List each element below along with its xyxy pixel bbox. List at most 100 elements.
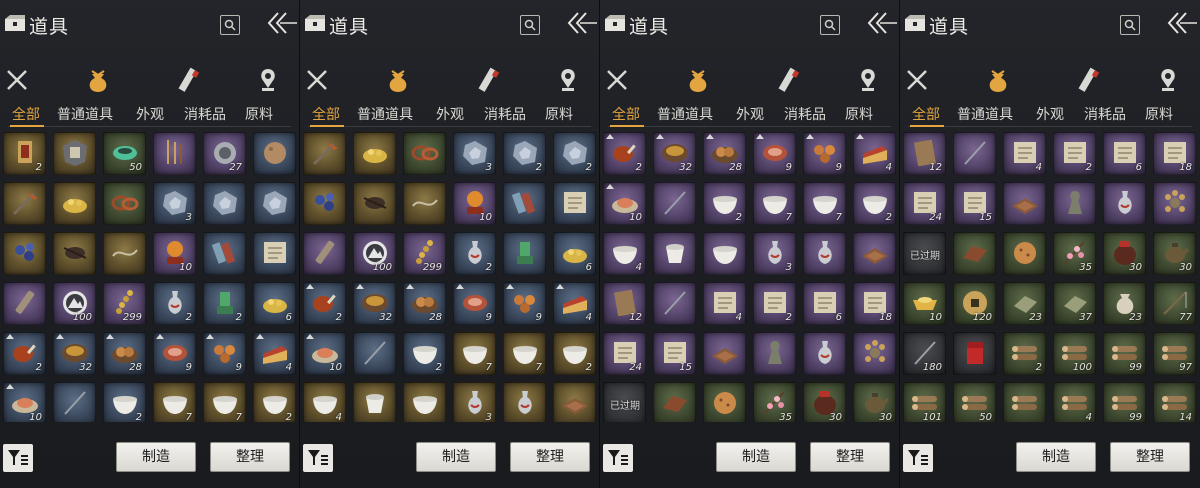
item-slot[interactable] <box>503 182 546 225</box>
item-slot[interactable] <box>653 232 696 275</box>
search-button[interactable] <box>1120 15 1140 35</box>
collapse-button[interactable] <box>1166 10 1198 36</box>
item-slot[interactable]: 7 <box>153 382 196 422</box>
item-slot[interactable]: 30 <box>1103 232 1146 275</box>
item-slot[interactable] <box>753 332 796 375</box>
item-slot[interactable]: 23 <box>1103 282 1146 325</box>
item-slot[interactable] <box>303 132 346 175</box>
item-slot[interactable]: 9 <box>453 282 496 325</box>
item-slot[interactable] <box>1053 182 1096 225</box>
item-slot[interactable] <box>653 282 696 325</box>
item-slot[interactable]: 27 <box>203 132 246 175</box>
category-scroll[interactable] <box>474 66 502 94</box>
item-slot[interactable]: 35 <box>753 382 796 422</box>
item-slot[interactable] <box>1153 182 1196 225</box>
sub-tab[interactable]: 原料 <box>845 104 873 124</box>
item-slot[interactable]: 28 <box>703 132 746 175</box>
item-slot[interactable]: 100 <box>1053 332 1096 375</box>
category-crossed-swords[interactable] <box>3 66 31 94</box>
sub-tab[interactable]: 消耗品 <box>1084 104 1126 124</box>
category-scroll[interactable] <box>774 66 802 94</box>
item-slot[interactable] <box>803 332 846 375</box>
item-slot[interactable] <box>203 182 246 225</box>
item-slot[interactable] <box>53 232 96 275</box>
item-slot[interactable] <box>303 182 346 225</box>
category-pouch[interactable] <box>984 66 1012 94</box>
item-slot[interactable]: 2 <box>103 382 146 422</box>
item-slot[interactable]: 12 <box>603 282 646 325</box>
sub-tab[interactable]: 全部 <box>312 104 340 124</box>
item-slot[interactable] <box>703 382 746 422</box>
item-slot[interactable]: 9 <box>753 132 796 175</box>
item-slot[interactable]: 4 <box>1003 132 1046 175</box>
item-slot[interactable] <box>853 332 896 375</box>
item-slot[interactable] <box>53 182 96 225</box>
item-slot[interactable]: 99 <box>1103 382 1146 422</box>
item-slot[interactable] <box>353 182 396 225</box>
sort-button[interactable]: 整理 <box>810 442 890 472</box>
item-slot[interactable]: 9 <box>803 132 846 175</box>
item-slot[interactable] <box>1103 182 1146 225</box>
item-slot[interactable]: 50 <box>103 132 146 175</box>
item-slot[interactable] <box>103 232 146 275</box>
item-slot[interactable] <box>503 382 546 422</box>
item-slot[interactable]: 2 <box>853 182 896 225</box>
category-location-pin[interactable] <box>1154 66 1182 94</box>
category-pouch[interactable] <box>684 66 712 94</box>
item-slot[interactable]: 4 <box>553 282 596 325</box>
item-slot[interactable]: 99 <box>1103 332 1146 375</box>
category-scroll[interactable] <box>174 66 202 94</box>
search-button[interactable] <box>820 15 840 35</box>
item-slot[interactable]: 9 <box>203 332 246 375</box>
item-slot[interactable] <box>953 132 996 175</box>
item-slot[interactable]: 2 <box>403 332 446 375</box>
collapse-button[interactable] <box>866 10 898 36</box>
item-slot[interactable]: 10 <box>303 332 346 375</box>
sub-tab[interactable]: 普通道具 <box>57 104 113 124</box>
item-slot[interactable] <box>3 282 46 325</box>
item-slot[interactable]: 3 <box>453 382 496 422</box>
item-slot[interactable]: 2 <box>253 382 296 422</box>
item-slot[interactable] <box>653 182 696 225</box>
item-slot[interactable] <box>1003 232 1046 275</box>
item-slot[interactable] <box>153 132 196 175</box>
item-slot[interactable]: 10 <box>603 182 646 225</box>
item-slot[interactable]: 6 <box>803 282 846 325</box>
item-slot[interactable]: 3 <box>153 182 196 225</box>
item-slot[interactable] <box>53 382 96 422</box>
sub-tab[interactable]: 普通道具 <box>957 104 1013 124</box>
craft-button[interactable]: 制造 <box>716 442 796 472</box>
item-slot[interactable]: 7 <box>803 182 846 225</box>
item-slot[interactable] <box>253 232 296 275</box>
item-slot[interactable]: 32 <box>53 332 96 375</box>
item-slot[interactable] <box>953 332 996 375</box>
item-slot[interactable]: 7 <box>503 332 546 375</box>
category-location-pin[interactable] <box>854 66 882 94</box>
sub-tab[interactable]: 全部 <box>612 104 640 124</box>
item-slot[interactable]: 32 <box>653 132 696 175</box>
item-slot[interactable]: 77 <box>1153 282 1196 325</box>
sub-tab[interactable]: 外观 <box>436 104 464 124</box>
item-slot[interactable] <box>253 182 296 225</box>
search-button[interactable] <box>520 15 540 35</box>
item-slot[interactable]: 101 <box>903 382 946 422</box>
category-location-pin[interactable] <box>554 66 582 94</box>
sub-tab[interactable]: 普通道具 <box>357 104 413 124</box>
item-slot[interactable] <box>503 232 546 275</box>
item-slot[interactable] <box>953 232 996 275</box>
item-slot[interactable]: 7 <box>453 332 496 375</box>
sub-tab[interactable]: 消耗品 <box>184 104 226 124</box>
sub-tab[interactable]: 外观 <box>136 104 164 124</box>
item-slot[interactable]: 30 <box>853 382 896 422</box>
sub-tab[interactable]: 原料 <box>545 104 573 124</box>
category-pouch[interactable] <box>384 66 412 94</box>
item-slot[interactable]: 32 <box>353 282 396 325</box>
item-slot[interactable]: 10 <box>153 232 196 275</box>
item-slot[interactable]: 7 <box>753 182 796 225</box>
item-slot[interactable] <box>3 182 46 225</box>
item-slot[interactable] <box>853 232 896 275</box>
item-slot[interactable]: 14 <box>1153 382 1196 422</box>
item-slot[interactable] <box>53 132 96 175</box>
item-slot[interactable]: 9 <box>153 332 196 375</box>
category-crossed-swords[interactable] <box>303 66 331 94</box>
